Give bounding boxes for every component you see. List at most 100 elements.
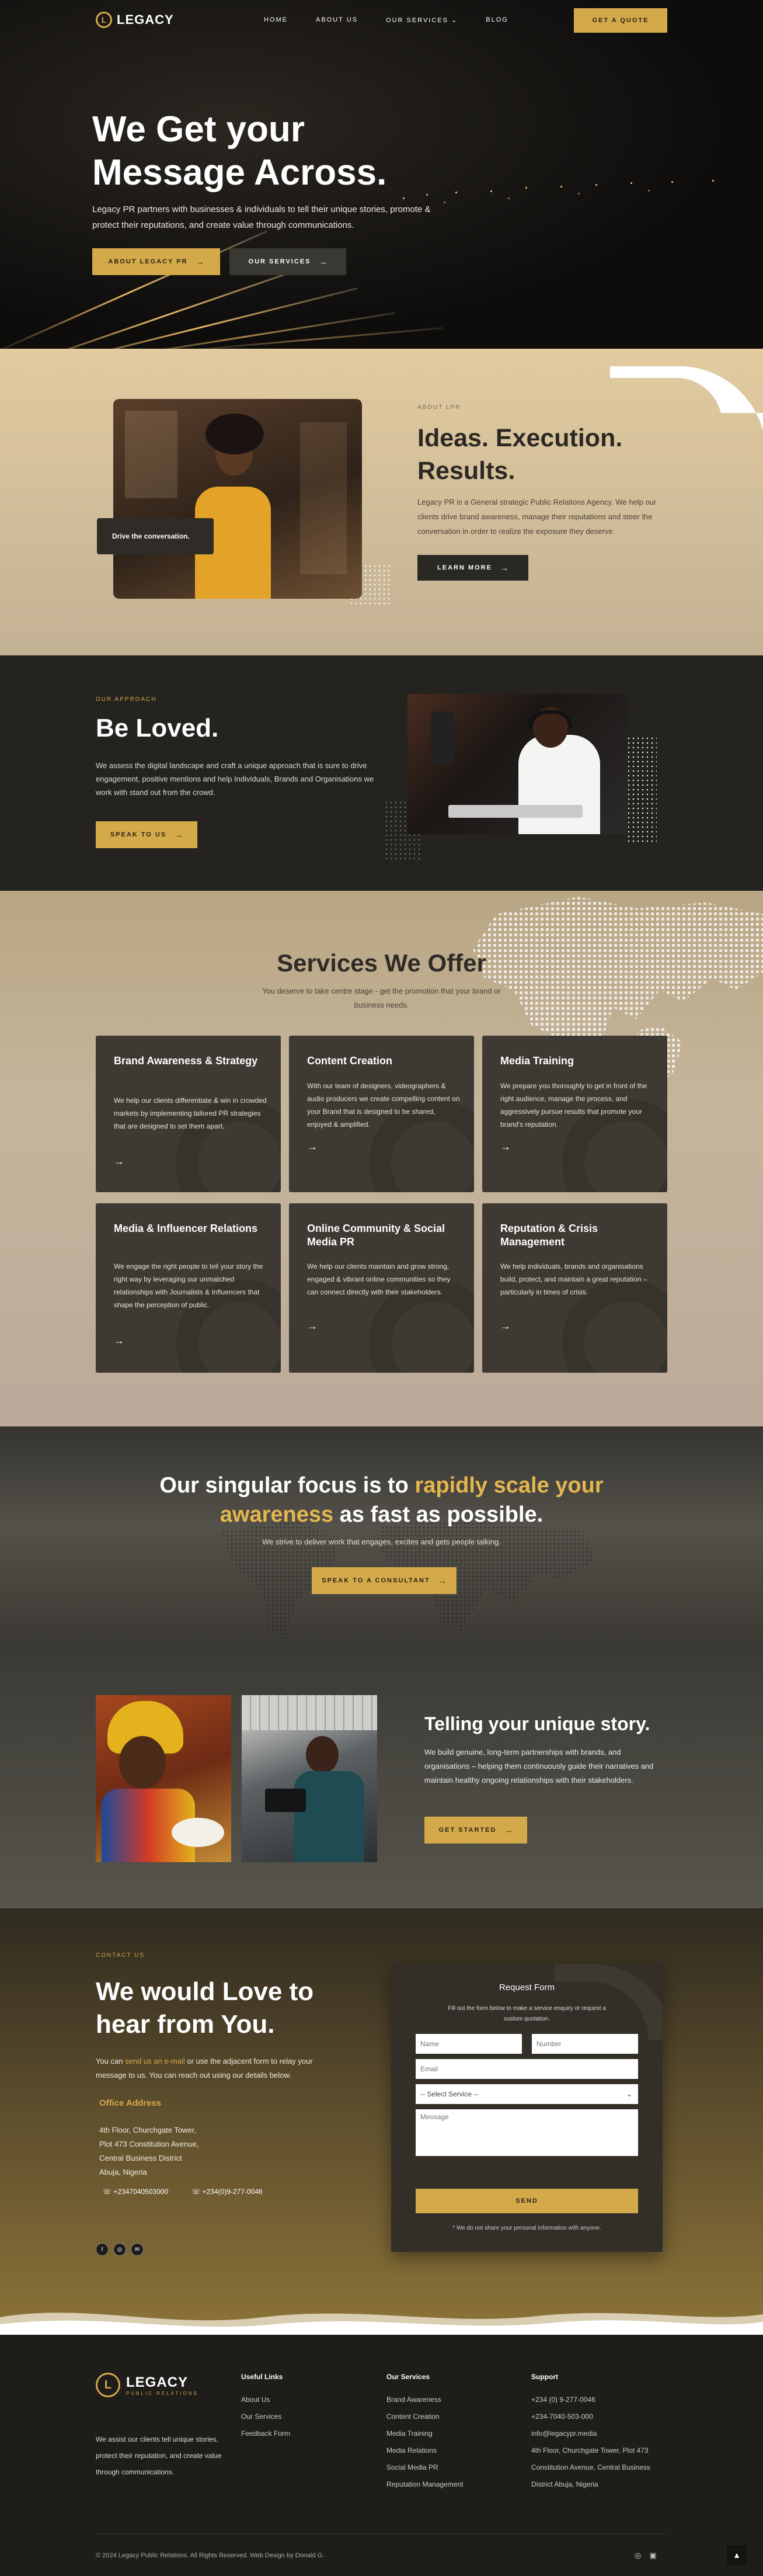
arrow-right-icon[interactable]: →	[114, 1335, 124, 1347]
office-address: 4th Floor, Churchgate Tower, Plot 473 Co…	[99, 2123, 228, 2179]
nav-link-about[interactable]: ABOUT US	[316, 16, 358, 24]
logo-mark-icon: L	[96, 12, 112, 28]
support-phone[interactable]: +234 (0) 9-277-0046	[531, 2391, 650, 2408]
service-card-brand-awareness[interactable]: Brand Awareness & Strategy We help our c…	[96, 1036, 281, 1192]
get-started-label: GET STARTED	[438, 1827, 497, 1834]
footer-link[interactable]: Our Services	[241, 2408, 290, 2425]
learn-more-button[interactable]: LEARN MORE →	[417, 555, 528, 581]
arrow-right-icon[interactable]: →	[307, 1320, 318, 1332]
service-card-text: With our team of designers, videographer…	[307, 1082, 460, 1129]
our-services-button[interactable]: OUR SERVICES →	[229, 248, 346, 275]
arrow-right-icon[interactable]: →	[307, 1141, 318, 1153]
form-title: Request Form	[499, 1983, 555, 1992]
phone-list: ☏ +2347040503000 ☏ +234(0)9-277-0046	[103, 2188, 263, 2196]
service-card-title: Reputation & Crisis Management	[500, 1223, 598, 1248]
speak-to-us-label: SPEAK TO US	[110, 831, 167, 838]
approach-tag: OUR APPROACH	[96, 696, 157, 703]
footer-link[interactable]: Content Creation	[386, 2408, 463, 2425]
nav-link-home[interactable]: HOME	[264, 16, 288, 24]
service-card-text: We help our clients maintain and grow st…	[307, 1262, 451, 1296]
decorative-arc-icon	[555, 1964, 663, 2040]
footer-social: ◎ ▣	[635, 2551, 657, 2560]
support-address: Constitution Avenue, Central Business	[531, 2463, 650, 2471]
footer-heading: Our Services	[386, 2373, 430, 2381]
contact-section: CONTACT US We would Love to hear from Yo…	[0, 1908, 763, 2335]
nav-links: HOME ABOUT US OUR SERVICES ⌄ BLOG	[264, 16, 508, 24]
logo-mark-icon: L	[96, 2373, 120, 2397]
instagram-icon[interactable]: ◎	[635, 2551, 641, 2560]
speak-to-us-button[interactable]: SPEAK TO US →	[96, 821, 197, 848]
about-legacy-label: ABOUT LEGACY PR	[108, 258, 188, 265]
about-legacy-button[interactable]: ABOUT LEGACY PR →	[92, 248, 220, 275]
chevron-down-icon: ⌄	[451, 17, 458, 24]
approach-section: OUR APPROACH Be Loved. We assess the dig…	[0, 655, 763, 891]
focus-subtitle: We strive to deliver work that engages, …	[262, 1537, 501, 1546]
service-card-media-influencer[interactable]: Media & Influencer Relations We engage t…	[96, 1203, 281, 1373]
service-card-online-community[interactable]: Online Community & Social Media PR We he…	[289, 1203, 474, 1373]
service-card-text: We prepare you thoroughly to get in fron…	[500, 1082, 647, 1129]
arrow-right-icon[interactable]: →	[500, 1141, 511, 1153]
address-line: Central Business District	[99, 2154, 182, 2162]
email-icon[interactable]: ✉	[131, 2243, 144, 2256]
arrow-right-icon: →	[438, 1576, 447, 1585]
instagram-icon[interactable]: ◎	[113, 2243, 126, 2256]
footer-link[interactable]: Feedback Form	[241, 2425, 290, 2442]
support-email[interactable]: info@legacypr.media	[531, 2425, 650, 2442]
form-subtitle: Fill out the form below to make a servic…	[448, 2005, 606, 2022]
get-started-button[interactable]: GET STARTED →	[424, 1817, 527, 1844]
footer-link[interactable]: Media Training	[386, 2425, 463, 2442]
footer-link[interactable]: About Us	[241, 2391, 290, 2408]
footer-divider	[96, 2533, 667, 2534]
about-text: Legacy PR is a General strategic Public …	[417, 498, 657, 536]
footer-link[interactable]: Reputation Management	[386, 2476, 463, 2493]
services-section: Services We Offer You deserve to take ce…	[0, 891, 763, 1426]
service-card-reputation-crisis[interactable]: Reputation & Crisis Management We help i…	[482, 1203, 667, 1373]
about-photo	[113, 399, 362, 599]
send-email-link[interactable]: send us an e-mail	[125, 2057, 185, 2065]
back-to-top-button[interactable]: ▲	[727, 2545, 747, 2565]
chevron-down-icon: ⌄	[626, 2090, 632, 2098]
service-select[interactable]: -- Select Service -- ⌄	[416, 2084, 638, 2104]
copyright: © 2024 Legacy Public Relations. All Righ…	[96, 2552, 325, 2559]
email-input[interactable]	[416, 2059, 638, 2079]
phone-item[interactable]: ☏ +2347040503000	[103, 2188, 168, 2196]
arrow-right-icon[interactable]: →	[500, 1320, 511, 1332]
nav-link-blog[interactable]: BLOG	[486, 16, 508, 24]
service-card-content-creation[interactable]: Content Creation With our team of design…	[289, 1036, 474, 1192]
footer-logo-text: LEGACY	[126, 2374, 189, 2390]
nav-link-services[interactable]: OUR SERVICES ⌄	[386, 16, 458, 24]
support-phone[interactable]: +234-7040-503-000	[531, 2408, 650, 2425]
footer-link[interactable]: Brand Awareness	[386, 2391, 463, 2408]
story-section: Telling your unique story. We build genu…	[0, 1650, 763, 1908]
send-button[interactable]: SEND	[416, 2189, 638, 2213]
footer-logo[interactable]: L LEGACY PUBLIC RELATIONS	[96, 2373, 198, 2397]
service-card-media-training[interactable]: Media Training We prepare you thoroughly…	[482, 1036, 667, 1192]
focus-title-part1: Our singular focus is to	[159, 1473, 415, 1498]
facebook-icon[interactable]: f	[96, 2243, 109, 2256]
social-links: f ◎ ✉	[96, 2243, 144, 2256]
about-tag: ABOUT LPR	[417, 404, 461, 411]
contact-text-before: You can	[96, 2057, 126, 2065]
service-card-title: Online Community & Social Media PR	[307, 1223, 445, 1248]
linkedin-icon[interactable]: ▣	[649, 2551, 656, 2560]
speak-to-consultant-button[interactable]: SPEAK TO A CONSULTANT →	[312, 1567, 457, 1594]
get-quote-button[interactable]: GET A QUOTE	[574, 8, 667, 33]
phone-item[interactable]: ☏ +234(0)9-277-0046	[191, 2188, 262, 2196]
logo[interactable]: L LEGACY	[96, 12, 174, 28]
number-input[interactable]	[532, 2034, 638, 2054]
phone-icon: ☏	[103, 2188, 112, 2196]
footer-logo-subtitle: PUBLIC RELATIONS	[126, 2390, 198, 2396]
arrow-right-icon: →	[319, 257, 328, 266]
arrow-right-icon[interactable]: →	[114, 1155, 124, 1168]
message-input[interactable]	[416, 2109, 638, 2156]
address-line: Abuja, Nigeria	[99, 2168, 147, 2176]
story-title: Telling your unique story.	[424, 1713, 650, 1734]
request-form: Request Form Fill out the form below to …	[391, 1964, 663, 2252]
service-card-text: We help our clients differentiate & win …	[114, 1096, 267, 1130]
contact-tag: CONTACT US	[96, 1952, 145, 1959]
story-text: We build genuine, long-term partnerships…	[424, 1748, 654, 1785]
address-line: Plot 473 Constitution Avenue,	[99, 2140, 199, 2148]
footer-link[interactable]: Media Relations	[386, 2442, 463, 2459]
name-input[interactable]	[416, 2034, 522, 2054]
footer-link[interactable]: Social Media PR	[386, 2459, 463, 2476]
